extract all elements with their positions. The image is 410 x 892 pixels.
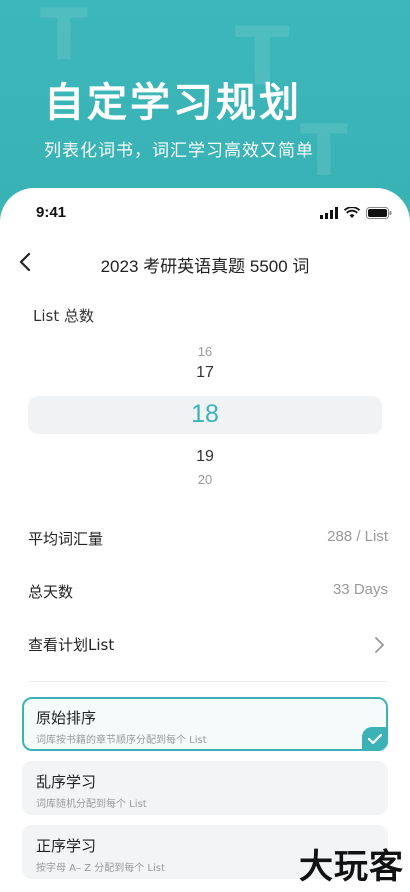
hero-banner: T T T 自定学习规划 列表化词书，词汇学习高效又简单 [0, 0, 410, 200]
order-option-desc: 按字母 A– Z 分配到每个 List [36, 863, 165, 874]
order-option-title: 正序学习 [36, 837, 97, 855]
view-plan-row[interactable]: 查看计划List [28, 630, 388, 660]
total-days-row: 总天数 33 Days [28, 577, 388, 607]
list-total-label: List 总数 [33, 307, 94, 325]
status-time: 9:41 [36, 204, 67, 221]
order-option-desc: 词库按书籍的章节顺序分配到每个 List [36, 735, 207, 746]
order-option-original[interactable]: 原始排序 词库按书籍的章节顺序分配到每个 List [22, 697, 388, 751]
total-days-label: 总天数 [28, 583, 74, 601]
picker-option[interactable]: 17 [0, 364, 410, 382]
order-option-title: 乱序学习 [36, 773, 97, 791]
hero-subtitle: 列表化词书，词汇学习高效又简单 [44, 141, 314, 161]
decorative-letter-t: T [40, 0, 88, 76]
phone-screen: 9:41 2023 考研英语真题 5500 词 List 总数 16 17 18… [0, 188, 410, 892]
avg-words-label: 平均词汇量 [28, 530, 104, 548]
avg-words-row: 平均词汇量 288 / List [28, 524, 388, 554]
picker-option[interactable]: 16 [0, 344, 410, 359]
total-days-value: 33 Days [332, 581, 388, 598]
order-option-random[interactable]: 乱序学习 词库随机分配到每个 List [22, 761, 388, 815]
picker-option[interactable]: 19 [0, 448, 410, 466]
hero-title: 自定学习规划 [44, 80, 302, 126]
check-icon [362, 727, 388, 751]
page-title: 2023 考研英语真题 5500 词 [100, 257, 310, 276]
order-option-title: 原始排序 [36, 709, 97, 727]
view-plan-label: 查看计划List [28, 636, 115, 654]
status-icons [320, 207, 392, 219]
divider [28, 681, 388, 682]
watermark-logo: 大玩客 [299, 847, 404, 887]
battery-icon [366, 207, 392, 219]
avg-words-value: 288 / List [327, 528, 388, 545]
status-bar: 9:41 [0, 188, 410, 240]
picker-option[interactable]: 20 [0, 472, 410, 487]
signal-icon [320, 207, 338, 219]
wifi-icon [344, 207, 360, 218]
nav-bar: 2023 考研英语真题 5500 词 [0, 240, 410, 288]
list-count-picker[interactable]: 16 17 18 19 20 [0, 338, 410, 488]
chevron-right-icon [375, 637, 385, 653]
order-option-desc: 词库随机分配到每个 List [36, 799, 147, 810]
picker-option-selected[interactable]: 18 [0, 400, 410, 429]
